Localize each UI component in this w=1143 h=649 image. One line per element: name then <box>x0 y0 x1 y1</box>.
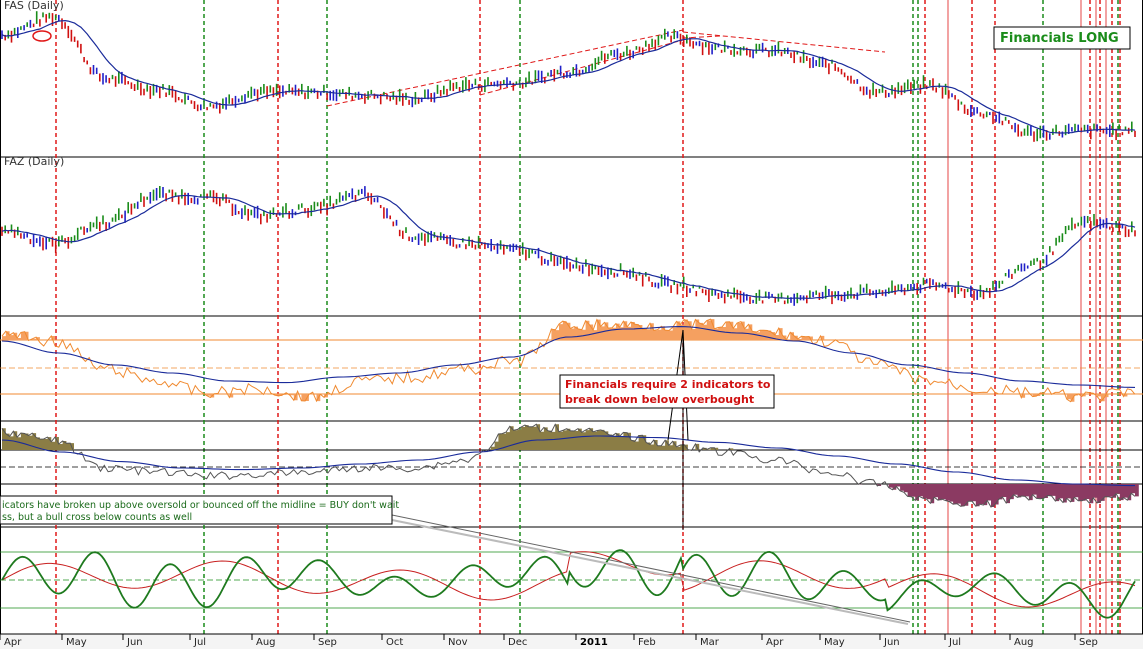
signal-vertical-lines <box>55 0 1121 634</box>
faz-price-bars <box>1 186 1136 306</box>
x-tick-label: Aug <box>256 637 276 648</box>
x-tick-label: Jun <box>126 637 143 648</box>
x-tick-label: Oct <box>386 637 403 648</box>
trendline <box>479 39 684 96</box>
callout-overbought-line2: break down below overbought <box>565 393 754 406</box>
x-tick-label: May <box>824 637 845 648</box>
callout-overbought-line1: Financials require 2 indicators to <box>565 378 771 391</box>
x-tick-label: Sep <box>318 637 337 648</box>
callout-buy-line1: icators have broken up above oversold or… <box>2 500 399 511</box>
indicator-2-lower-fill <box>858 484 1139 507</box>
x-tick-label: Feb <box>638 637 656 648</box>
indicator-1-overbought-fill <box>2 319 840 340</box>
x-tick-label: Apr <box>766 637 784 648</box>
fas-price-bars <box>1 11 1136 142</box>
x-tick-label: Mar <box>700 637 720 648</box>
x-tick-label: Nov <box>448 637 468 648</box>
fas-highlight-circle <box>32 30 52 42</box>
fas-title: FAS (Daily) <box>4 0 64 12</box>
callout-buy: icators have broken up above oversold or… <box>0 495 399 525</box>
x-tick-label: May <box>66 637 87 648</box>
faz-title: FAZ (Daily) <box>4 155 64 168</box>
x-tick-label: Jul <box>193 637 206 648</box>
callout-buy-line2: ss, but a bull cross below counts as wel… <box>2 512 192 523</box>
x-tick-label: Sep <box>1079 637 1098 648</box>
x-tick-label: Jun <box>883 637 900 648</box>
financials-long-label: Financials LONG <box>1000 31 1119 46</box>
fas-pane: FAS (Daily) Financials LONG <box>1 0 1136 142</box>
financials-chart: FAS (Daily) Financials LONG FAZ (Daily) <box>0 0 1143 649</box>
x-tick-label: Aug <box>1014 637 1034 648</box>
fas-trendlines <box>326 29 886 107</box>
fas-moving-average <box>1 19 1136 134</box>
x-tick-label: Dec <box>508 637 527 648</box>
faz-moving-average <box>1 194 1136 299</box>
x-axis: Apr May Jun Jul Aug Sep Oct Nov Dec 2011 Feb Mar Apr… <box>0 633 1143 649</box>
x-tick-label: Apr <box>4 637 22 648</box>
trendline <box>682 35 721 39</box>
x-tick-label: 2011 <box>580 637 608 648</box>
x-tick-label: Jul <box>948 637 961 648</box>
faz-pane: FAZ (Daily) <box>1 155 1136 306</box>
callout-overbought: Financials require 2 indicators to break… <box>559 374 775 409</box>
